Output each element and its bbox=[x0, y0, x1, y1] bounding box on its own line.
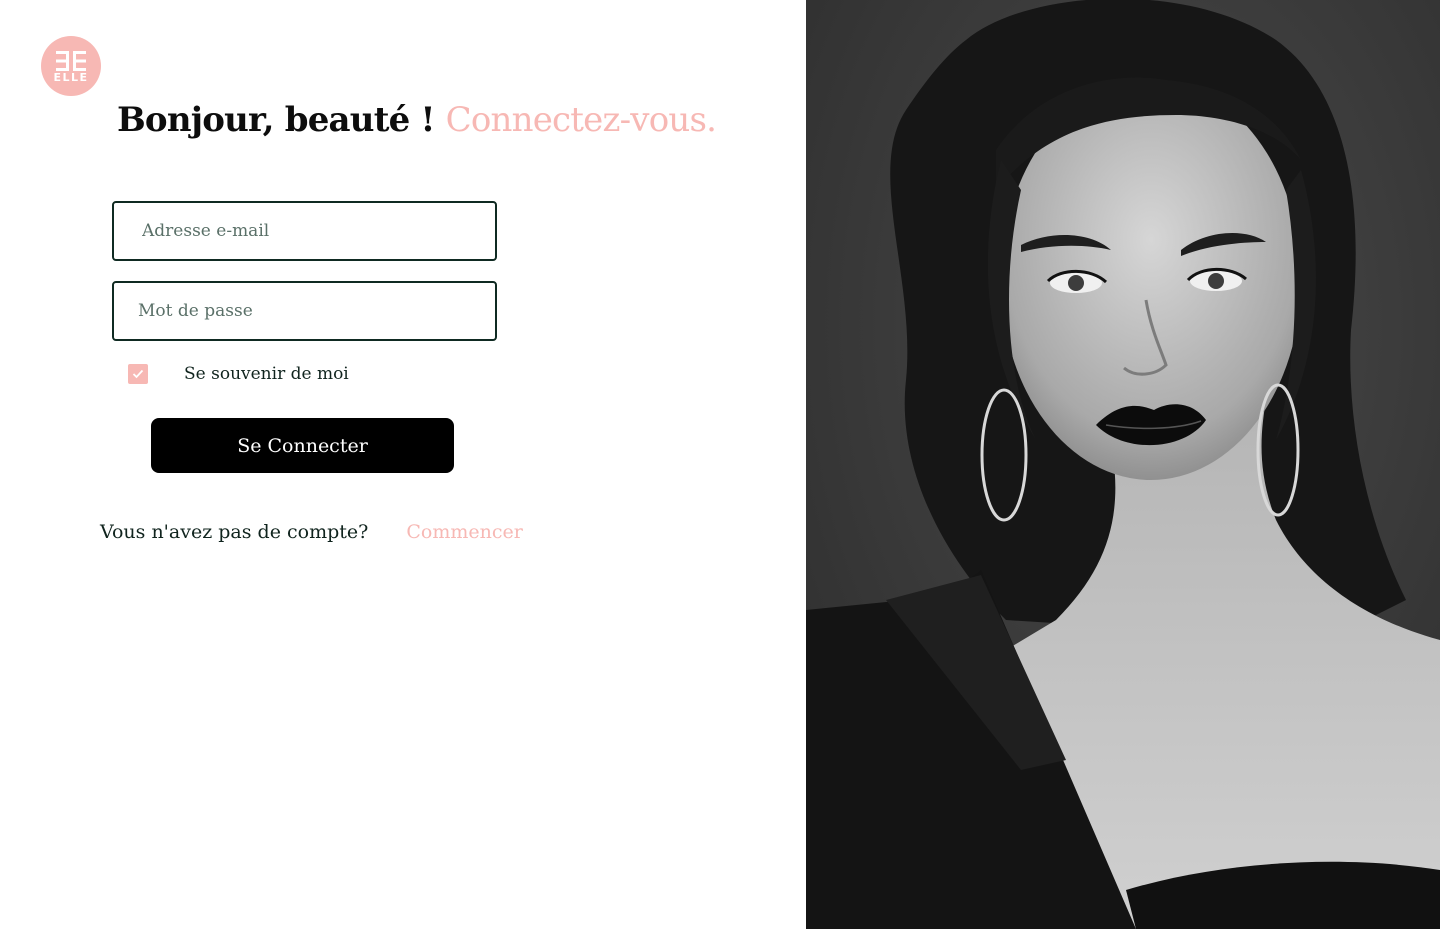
email-field-wrapper bbox=[112, 201, 497, 261]
portrait-image bbox=[806, 0, 1440, 929]
password-field[interactable] bbox=[114, 283, 495, 339]
brand-logo[interactable]: ELLE bbox=[41, 36, 101, 96]
signup-row: Vous n'avez pas de compte? Commencer bbox=[100, 521, 523, 543]
remember-me-checkbox[interactable] bbox=[128, 364, 148, 384]
checkmark-icon bbox=[132, 369, 144, 379]
heading-accent-text: Connectez-vous. bbox=[445, 100, 717, 140]
greeting-text: Bonjour, beauté ! bbox=[117, 100, 435, 140]
logo-text: ELLE bbox=[53, 71, 89, 84]
signup-link[interactable]: Commencer bbox=[406, 521, 522, 543]
remember-me-label: Se souvenir de moi bbox=[184, 364, 349, 384]
page-title: Bonjour, beauté ! Connectez-vous. bbox=[117, 100, 717, 140]
double-e-monogram-icon bbox=[56, 51, 86, 71]
portrait-photo bbox=[806, 0, 1440, 929]
signup-prompt: Vous n'avez pas de compte? bbox=[100, 521, 369, 543]
login-button[interactable]: Se Connecter bbox=[151, 418, 454, 473]
login-panel: ELLE Bonjour, beauté ! Connectez-vous. S… bbox=[0, 0, 806, 929]
remember-me-row[interactable]: Se souvenir de moi bbox=[128, 363, 349, 385]
email-field[interactable] bbox=[114, 203, 495, 259]
password-field-wrapper bbox=[112, 281, 497, 341]
